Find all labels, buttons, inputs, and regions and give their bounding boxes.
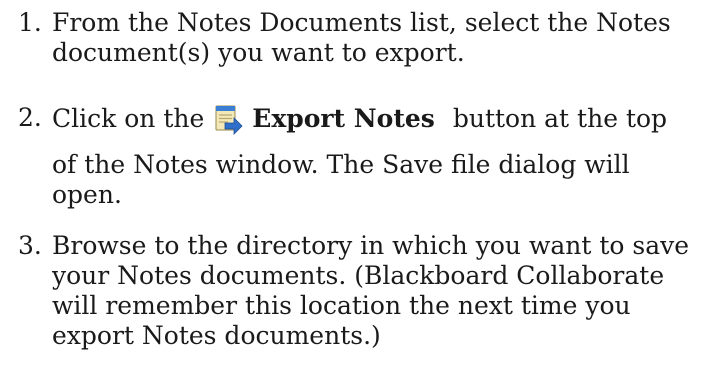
step-text-before: Click on the — [52, 104, 205, 133]
step-line: Click on the Export Notes button at the … — [52, 103, 707, 135]
step-number: 1. — [18, 8, 42, 37]
instruction-steps: 1. From the Notes Documents list, select… — [0, 0, 713, 373]
step-text: Browse to the directory in which you wan… — [52, 231, 707, 351]
step-line: open. — [52, 180, 122, 209]
step-line: From the Notes Documents list, select th… — [52, 8, 671, 37]
step-line: export Notes documents.) — [52, 321, 381, 350]
step-line: your Notes documents. (Blackboard Collab… — [52, 261, 665, 290]
step-number: 3. — [18, 231, 42, 260]
step-line: document(s) you want to export. — [52, 38, 465, 67]
step-number: 2. — [18, 103, 42, 132]
export-notes-label: Export Notes — [252, 104, 435, 133]
step-line: Browse to the directory in which you wan… — [52, 231, 690, 260]
export-notes-icon — [212, 103, 244, 135]
step-line: will remember this location the next tim… — [52, 291, 631, 320]
step-text: Click on the Export Notes button at the … — [52, 103, 707, 210]
step-line: of the Notes window. The Save file dialo… — [52, 150, 630, 179]
step-text: From the Notes Documents list, select th… — [52, 8, 707, 68]
step-text-after: button at the top — [452, 104, 668, 133]
